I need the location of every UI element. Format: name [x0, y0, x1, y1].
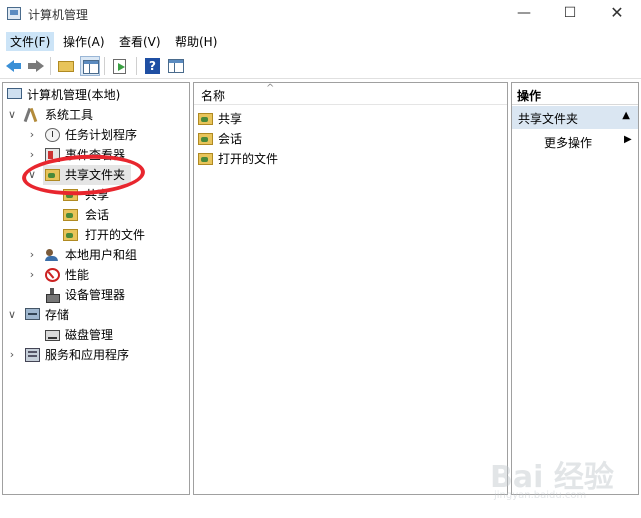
- actions-header: 操作: [512, 83, 638, 105]
- menu-help[interactable]: 帮助(H): [171, 32, 221, 51]
- chevron-right-icon[interactable]: ›: [27, 245, 37, 265]
- minimize-button[interactable]: —: [501, 0, 547, 28]
- up-folder-button[interactable]: [56, 56, 76, 76]
- console-tree-icon: [83, 60, 99, 74]
- chevron-right-icon[interactable]: ›: [27, 125, 37, 145]
- menu-action[interactable]: 操作(A): [59, 32, 109, 51]
- help-icon: ?: [145, 58, 160, 74]
- shared-folder-icon: [198, 133, 213, 145]
- services-icon: [25, 348, 40, 362]
- chevron-right-icon[interactable]: ›: [27, 145, 37, 165]
- toolbar-separator: [50, 57, 51, 75]
- submenu-arrow-icon: ▶: [624, 134, 632, 145]
- menu-bar: 文件(F) 操作(A) 查看(V) 帮助(H): [0, 30, 641, 51]
- help-button[interactable]: ?: [142, 56, 162, 76]
- sort-ascending-icon: ^: [266, 83, 275, 94]
- chevron-down-icon[interactable]: ∨: [7, 105, 17, 125]
- collapse-icon[interactable]: ▲: [622, 110, 630, 121]
- column-header-name[interactable]: 名称 ^: [194, 83, 507, 105]
- actions-pane: 操作 共享文件夹 ▲ 更多操作 ▶: [511, 82, 639, 495]
- menu-file[interactable]: 文件(F): [6, 32, 55, 51]
- maximize-button[interactable]: ☐: [547, 0, 593, 28]
- export-list-button[interactable]: [110, 56, 130, 76]
- shared-folder-icon: [63, 229, 78, 241]
- back-button[interactable]: [4, 56, 24, 76]
- show-action-pane-button[interactable]: [166, 56, 186, 76]
- performance-icon: [45, 268, 60, 282]
- menu-view[interactable]: 查看(V): [115, 32, 165, 51]
- shared-folder-icon: [198, 153, 213, 165]
- users-icon: [45, 248, 60, 262]
- folder-up-icon: [58, 61, 74, 72]
- window-title: 计算机管理: [28, 8, 89, 22]
- computer-icon: [7, 88, 22, 99]
- shared-folder-icon: [63, 209, 78, 221]
- toolbar: ?: [0, 53, 641, 79]
- disk-icon: [45, 330, 60, 341]
- chevron-right-icon[interactable]: ›: [7, 345, 17, 365]
- clock-icon: [45, 128, 60, 142]
- results-list[interactable]: 名称 ^ 共享 会话 打开的文件: [193, 82, 508, 495]
- tools-icon: [23, 108, 38, 122]
- arrow-right-icon: [36, 60, 44, 72]
- show-hide-tree-button[interactable]: [80, 56, 100, 76]
- toolbar-separator: [136, 57, 137, 75]
- chevron-down-icon[interactable]: ∨: [7, 305, 17, 325]
- actions-section-label: 共享文件夹: [518, 112, 579, 126]
- action-pane-icon: [168, 59, 184, 73]
- baidu-jingyan-watermark: Bai 经验 jingyan.baidu.com: [490, 448, 640, 508]
- device-manager-icon: [45, 288, 60, 303]
- more-actions-link[interactable]: 更多操作: [544, 134, 592, 151]
- export-icon: [113, 59, 126, 74]
- chevron-right-icon[interactable]: ›: [27, 265, 37, 285]
- shared-folder-icon: [198, 113, 213, 125]
- title-bar: 计算机管理 — ☐ ✕: [0, 0, 641, 28]
- forward-button[interactable]: [26, 56, 46, 76]
- actions-section-shared-folders[interactable]: 共享文件夹 ▲: [512, 106, 638, 129]
- storage-icon: [25, 308, 40, 320]
- watermark-url: jingyan.baidu.com: [494, 490, 587, 501]
- console-tree[interactable]: 计算机管理(本地) ∨ 系统工具 › 任务计划程序 › 事件查看器 ∨ 共享文件…: [2, 82, 190, 495]
- computer-management-icon: [7, 7, 21, 20]
- close-button[interactable]: ✕: [594, 0, 640, 28]
- toolbar-separator: [104, 57, 105, 75]
